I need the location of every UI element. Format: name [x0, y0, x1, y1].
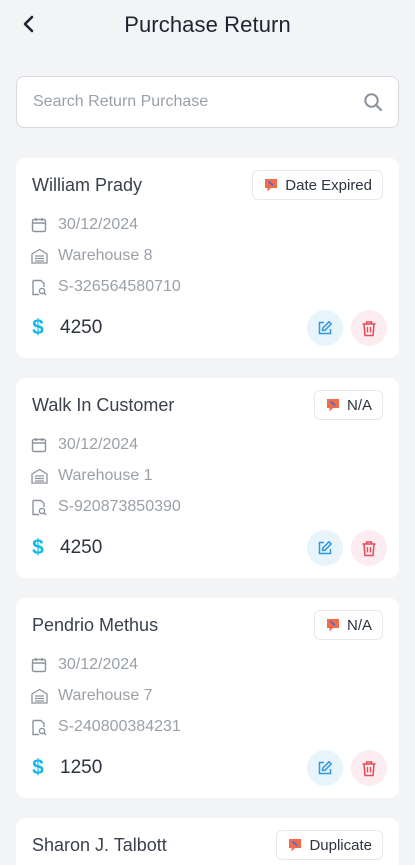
status-label: Date Expired: [285, 176, 372, 194]
amount-value: 1250: [60, 757, 103, 778]
back-button[interactable]: [18, 12, 40, 36]
status-flag-icon: [325, 397, 341, 413]
delete-button[interactable]: [351, 750, 387, 786]
date-value: 30/12/2024: [58, 656, 139, 673]
return-card[interactable]: Sharon J. Talbott Duplicate: [16, 818, 399, 865]
status-badge: Date Expired: [252, 170, 383, 200]
status-flag-icon: [287, 837, 303, 853]
edit-icon: [318, 761, 332, 775]
customer-name: William Prady: [32, 175, 143, 195]
trash-icon: [362, 320, 376, 336]
currency-icon: $: [32, 756, 44, 779]
return-card[interactable]: William Prady Date Expired 30/12/2024 Wa…: [16, 158, 399, 358]
header: Purchase Return: [0, 0, 415, 50]
date-value: 30/12/2024: [58, 216, 139, 233]
status-flag-icon: [263, 177, 279, 193]
amount-row: $ 4250: [30, 536, 102, 560]
edit-button[interactable]: [307, 530, 343, 566]
amount-value: 4250: [60, 317, 103, 338]
reference-value: S-240800384231: [58, 718, 181, 735]
warehouse-icon: [30, 247, 48, 265]
date-row: 30/12/2024: [30, 216, 138, 234]
reference-value: S-326564580710: [58, 278, 181, 295]
calendar-icon: [30, 436, 48, 454]
status-label: N/A: [346, 396, 372, 414]
delete-button[interactable]: [351, 530, 387, 566]
edit-button[interactable]: [307, 750, 343, 786]
status-badge: Duplicate: [276, 830, 383, 860]
warehouse-row: Warehouse 1: [30, 467, 153, 485]
search-bar: [16, 76, 399, 128]
status-label: N/A: [346, 616, 372, 634]
status-badge: N/A: [313, 390, 383, 420]
return-card[interactable]: Pendrio Methus N/A 30/12/2024 Warehouse …: [16, 598, 399, 798]
warehouse-icon: [30, 687, 48, 705]
date-value: 30/12/2024: [58, 436, 139, 453]
currency-icon: $: [32, 316, 44, 339]
reference-row: S-326564580710: [30, 278, 181, 296]
search-icon[interactable]: [362, 91, 384, 113]
edit-icon: [318, 541, 332, 555]
calendar-icon: [30, 216, 48, 234]
amount-row: $ 4250: [30, 316, 102, 340]
currency-icon: $: [32, 536, 44, 559]
invoice-search-icon: [30, 498, 48, 516]
warehouse-icon: [30, 467, 48, 485]
reference-row: S-240800384231: [30, 718, 181, 736]
date-row: 30/12/2024: [30, 656, 138, 674]
trash-icon: [362, 760, 376, 776]
edit-button[interactable]: [307, 310, 343, 346]
warehouse-row: Warehouse 7: [30, 687, 153, 705]
warehouse-value: Warehouse 8: [58, 247, 153, 264]
customer-name: Pendrio Methus: [32, 615, 159, 635]
warehouse-value: Warehouse 7: [58, 687, 153, 704]
return-card[interactable]: Walk In Customer N/A 30/12/2024 Warehous…: [16, 378, 399, 578]
invoice-search-icon: [30, 278, 48, 296]
reference-value: S-920873850390: [58, 498, 181, 515]
warehouse-value: Warehouse 1: [58, 467, 153, 484]
trash-icon: [362, 540, 376, 556]
status-flag-icon: [325, 617, 341, 633]
search-input[interactable]: [33, 93, 362, 111]
edit-icon: [318, 321, 332, 335]
amount-row: $ 1250: [30, 756, 102, 780]
reference-row: S-920873850390: [30, 498, 181, 516]
page-title: Purchase Return: [124, 12, 291, 37]
status-label: Duplicate: [309, 836, 372, 854]
customer-name: Walk In Customer: [32, 395, 175, 415]
calendar-icon: [30, 656, 48, 674]
customer-name: Sharon J. Talbott: [32, 835, 167, 855]
status-badge: N/A: [313, 610, 383, 640]
back-arrow-icon: [23, 15, 34, 33]
invoice-search-icon: [30, 718, 48, 736]
date-row: 30/12/2024: [30, 436, 138, 454]
delete-button[interactable]: [351, 310, 387, 346]
amount-value: 4250: [60, 537, 103, 558]
warehouse-row: Warehouse 8: [30, 247, 153, 265]
